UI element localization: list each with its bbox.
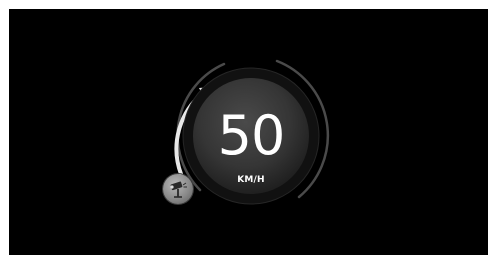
navigation-screen: 50 KM/H — [9, 9, 488, 255]
speed-unit-label: KM/H — [237, 175, 265, 185]
speed-camera-badge[interactable] — [163, 174, 193, 204]
speed-value: 50 — [217, 104, 286, 167]
speed-camera-icon — [170, 181, 187, 198]
